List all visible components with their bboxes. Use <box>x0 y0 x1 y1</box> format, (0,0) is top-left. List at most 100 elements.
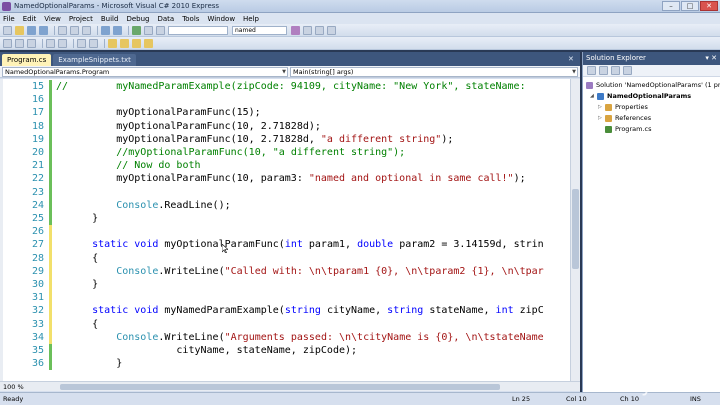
toolbar-separator <box>104 38 105 48</box>
properties-node[interactable]: ▷ Properties <box>598 102 648 112</box>
solution-explorer-icon[interactable] <box>303 25 312 35</box>
code-line[interactable]: 36 } <box>0 357 570 371</box>
view-code-icon[interactable] <box>623 66 632 75</box>
toolbox-icon[interactable] <box>327 25 336 35</box>
config-combo[interactable] <box>168 25 228 35</box>
collapse-icon[interactable]: ◢ <box>590 91 596 101</box>
new-project-icon[interactable] <box>3 25 12 35</box>
code-text-area[interactable]: 15 // myNamedParamExample(zipCode: 94109,… <box>0 79 570 381</box>
stop-icon[interactable] <box>156 25 165 35</box>
menu-data[interactable]: Data <box>157 15 174 23</box>
menu-tools[interactable]: Tools <box>182 15 199 23</box>
code-line[interactable]: 18 myOptionalParamFunc(10, 2.71828d); <box>0 119 570 133</box>
tab-example-snippets[interactable]: ExampleSnippets.txt <box>53 54 136 66</box>
redo-icon[interactable] <box>113 25 122 35</box>
code-line[interactable]: 16 <box>0 93 570 107</box>
undo-icon[interactable] <box>101 25 110 35</box>
code-line[interactable]: 17 myOptionalParamFunc(15); <box>0 106 570 120</box>
cut-icon[interactable] <box>58 25 67 35</box>
menu-help[interactable]: Help <box>243 15 259 23</box>
change-indicator <box>49 225 52 239</box>
pin-icon[interactable]: ▾ ✕ <box>705 52 717 65</box>
display-object-member-list-icon[interactable] <box>3 38 12 48</box>
code-line[interactable]: 24 Console.ReadLine(); <box>0 198 570 212</box>
vertical-scrollbar[interactable] <box>570 79 580 381</box>
types-dropdown[interactable]: NamedOptionalParams.Program ▼ <box>2 66 288 77</box>
vertical-scroll-thumb[interactable] <box>572 189 579 269</box>
toolbar-separator <box>73 38 74 48</box>
paste-icon[interactable] <box>82 25 91 35</box>
maximize-button[interactable]: □ <box>681 1 699 11</box>
project-node[interactable]: ◢ NamedOptionalParams <box>590 91 691 101</box>
code-line[interactable]: 26 <box>0 225 570 239</box>
uncomment-lines-icon[interactable] <box>89 38 98 48</box>
horizontal-scrollbar[interactable]: 100 % <box>0 381 580 391</box>
find-combo[interactable]: named <box>232 25 287 35</box>
decrease-indent-icon[interactable] <box>46 38 55 48</box>
horizontal-scroll-thumb[interactable] <box>60 384 500 390</box>
show-properties-icon[interactable] <box>587 66 596 75</box>
solution-explorer-toolbar <box>583 65 720 77</box>
properties-icon[interactable] <box>315 25 324 35</box>
code-line[interactable]: 35 cityName, stateName, zipCode); <box>0 344 570 358</box>
code-line[interactable]: 19 myOptionalParamFunc(10, 2.71828d, "a … <box>0 132 570 146</box>
code-line[interactable]: 28 { <box>0 251 570 265</box>
expand-icon[interactable]: ▷ <box>598 113 604 123</box>
line-number: 32 <box>31 305 44 317</box>
window-title: NamedOptionalParams - Microsoft Visual C… <box>14 2 220 10</box>
next-bookmark-icon[interactable] <box>132 38 141 48</box>
references-node[interactable]: ▷ References <box>598 113 651 123</box>
code-line[interactable]: 27 static void myOptionalParamFunc(int p… <box>0 238 570 252</box>
title-bar: NamedOptionalParams - Microsoft Visual C… <box>0 0 720 13</box>
find-in-files-icon[interactable] <box>291 25 300 35</box>
menu-view[interactable]: View <box>44 15 61 23</box>
line-number: 15 <box>31 81 44 92</box>
close-button[interactable]: ✕ <box>700 1 718 11</box>
open-file-icon[interactable] <box>15 25 24 35</box>
refresh-icon[interactable] <box>611 66 620 75</box>
program-cs-node[interactable]: Program.cs <box>605 124 651 134</box>
parameter-info-icon[interactable] <box>15 38 24 48</box>
menu-file[interactable]: File <box>3 15 15 23</box>
status-line: Ln 25 <box>512 395 531 403</box>
menu-debug[interactable]: Debug <box>126 15 149 23</box>
code-line[interactable]: 21 // Now do both <box>0 159 570 173</box>
solution-label: Solution 'NamedOptionalParams' (1 projec… <box>596 81 720 89</box>
menu-build[interactable]: Build <box>101 15 119 23</box>
code-line[interactable]: 23 <box>0 185 570 199</box>
references-label: References <box>615 114 652 122</box>
code-line[interactable]: 34 Console.WriteLine("Arguments passed: … <box>0 330 570 344</box>
menu-window[interactable]: Window <box>207 15 235 23</box>
code-line[interactable]: 22 myOptionalParamFunc(10, param3: "name… <box>0 172 570 186</box>
expand-icon[interactable]: ▷ <box>598 102 604 112</box>
start-debugging-icon[interactable] <box>132 25 141 35</box>
quick-info-icon[interactable] <box>27 38 36 48</box>
code-line[interactable]: 31 <box>0 291 570 305</box>
solution-node[interactable]: Solution 'NamedOptionalParams' (1 projec… <box>586 80 720 90</box>
toggle-bookmark-icon[interactable] <box>108 38 117 48</box>
comment-lines-icon[interactable] <box>77 38 86 48</box>
code-line[interactable]: 20 //myOptionalParamFunc(10, "a differen… <box>0 146 570 160</box>
pause-icon[interactable] <box>144 25 153 35</box>
minimize-button[interactable]: – <box>662 1 680 11</box>
members-dropdown[interactable]: Main(string[] args) ▼ <box>290 66 578 77</box>
clear-bookmarks-icon[interactable] <box>144 38 153 48</box>
previous-bookmark-icon[interactable] <box>120 38 129 48</box>
copy-icon[interactable] <box>70 25 79 35</box>
line-number: 34 <box>31 331 44 343</box>
code-line[interactable]: 32 static void myNamedParamExample(strin… <box>0 304 570 318</box>
tab-program-cs[interactable]: Program.cs <box>2 54 52 66</box>
code-line[interactable]: 33 { <box>0 317 570 331</box>
show-all-files-icon[interactable] <box>599 66 608 75</box>
increase-indent-icon[interactable] <box>58 38 67 48</box>
code-line[interactable]: 29 Console.WriteLine("Called with: \n\tp… <box>0 264 570 278</box>
code-line[interactable]: 25 } <box>0 212 570 226</box>
menu-project[interactable]: Project <box>69 15 93 23</box>
code-line[interactable]: 30 } <box>0 278 570 292</box>
save-all-icon[interactable] <box>39 25 48 35</box>
zoom-level[interactable]: 100 % <box>3 382 24 392</box>
code-line[interactable]: 15 // myNamedParamExample(zipCode: 94109,… <box>0 80 570 94</box>
close-document-icon[interactable]: ✕ <box>568 55 576 63</box>
menu-edit[interactable]: Edit <box>23 15 37 23</box>
save-icon[interactable] <box>27 25 36 35</box>
